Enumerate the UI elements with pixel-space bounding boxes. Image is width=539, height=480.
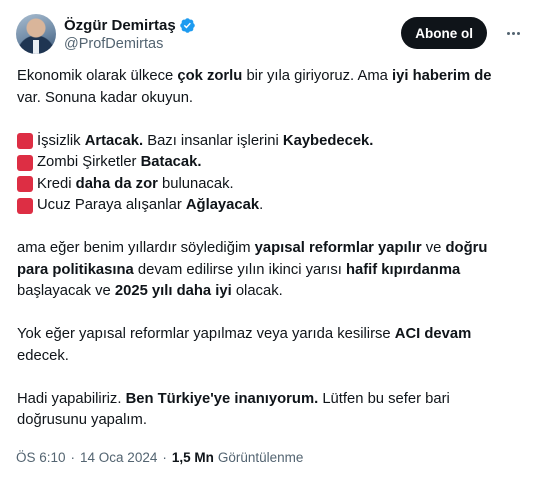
text-run: doğrusunu yapalım.	[17, 412, 147, 428]
text-line: Yok eğer yapısal reformlar yapılmaz veya…	[17, 324, 532, 346]
text-run: olacak.	[231, 283, 283, 299]
text-run: ve	[421, 240, 446, 256]
red-square-icon	[17, 154, 33, 171]
bullet-run: İşsizlik	[37, 132, 85, 149]
text-run: Lütfen bu sefer bari	[318, 390, 450, 407]
text-line: başlayacak ve 2025 yılı daha iyi olacak.	[17, 281, 532, 303]
text-line: para politikasına devam edilirse yılın i…	[17, 260, 532, 282]
text-run: Ben Türkiye'ye inanıyorum.	[125, 390, 319, 407]
tweet-meta: ÖS 6:10 · 14 Oca 2024 · 1,5 Mn Görüntüle…	[16, 450, 303, 465]
text-run: yapısal reformlar yapılır	[254, 240, 422, 256]
text-run: doğru	[445, 240, 488, 256]
bullet-run: Zombi Şirketler	[37, 154, 141, 170]
bullet-run: Artacak.	[84, 132, 144, 149]
author-name[interactable]: Özgür Demirtaş	[64, 17, 176, 34]
follow-button[interactable]: Abone ol	[401, 17, 487, 49]
bullet-run: Batacak.	[140, 154, 202, 170]
text-run: bir yıla giriyoruz. Ama	[242, 68, 393, 84]
red-square-icon	[17, 176, 33, 193]
red-square-icon	[17, 133, 33, 150]
text-line: Hadi yapabiliriz. Ben Türkiye'ye inanıyo…	[17, 389, 532, 411]
bullet-run: bulunacak.	[157, 175, 234, 192]
tweet-text: Ekonomik olarak ülkece çok zorlu bir yıl…	[17, 66, 532, 432]
bullet-text: Ucuz Paraya alışanlar Ağlayacak.	[37, 195, 263, 217]
bullet-run: Ucuz Paraya alışanlar	[37, 197, 186, 213]
bullet-text: Kredi daha da zor bulunacak.	[37, 174, 234, 196]
views-label: Görüntülenme	[217, 450, 304, 465]
text-run: edecek.	[17, 347, 69, 364]
text-run: başlayacak ve	[17, 283, 115, 299]
red-square-icon	[17, 197, 33, 214]
bullet-run: Bazı insanlar işlerini	[143, 132, 283, 149]
text-run: ACI devam	[394, 326, 472, 342]
text-run: çok zorlu	[177, 68, 243, 84]
bullet-text: İşsizlik Artacak. Bazı insanlar işlerini…	[37, 131, 373, 153]
tweet-paragraph-1: Ekonomik olarak ülkece çok zorlu bir yıl…	[17, 66, 532, 88]
bullet-run: .	[259, 197, 264, 213]
text-line: ama eğer benim yıllardır söylediğim yapı…	[17, 238, 532, 260]
author-block: Özgür Demirtaş @ProfDemirtas	[64, 15, 196, 52]
bullet-list: İşsizlik Artacak. Bazı insanlar işlerini…	[17, 131, 532, 217]
bullet-item: Ucuz Paraya alışanlar Ağlayacak.	[17, 195, 532, 217]
ellipsis-icon[interactable]	[501, 22, 525, 44]
tweet-paragraph-2: ama eğer benim yıllardır söylediğim yapı…	[17, 238, 532, 303]
text-run: Ekonomik olarak ülkece	[17, 68, 178, 84]
tweet-paragraph-4: Hadi yapabiliriz. Ben Türkiye'ye inanıyo…	[17, 389, 532, 432]
bullet-item: Kredi daha da zor bulunacak.	[17, 174, 532, 196]
text-run: hafif kıpırdanma	[345, 261, 461, 278]
views-count: 1,5 Mn	[171, 450, 214, 465]
tweet-time[interactable]: ÖS 6:10	[16, 450, 66, 465]
text-run: para politikasına	[17, 261, 134, 278]
tweet-header: Özgür Demirtaş @ProfDemirtas Abone ol	[16, 14, 525, 58]
bullet-run: Kaybedecek.	[282, 132, 374, 149]
text-run: Yok eğer yapısal reformlar yapılmaz veya…	[17, 326, 395, 342]
text-line: doğrusunu yapalım.	[17, 410, 532, 432]
meta-separator: ·	[70, 450, 76, 465]
author-handle[interactable]: @ProfDemirtas	[64, 36, 196, 52]
bullet-item: Zombi Şirketler Batacak.	[17, 152, 532, 174]
avatar[interactable]	[16, 14, 56, 54]
bullet-run: Ağlayacak	[185, 197, 260, 213]
text-line: edecek.	[17, 346, 532, 368]
text-run: 2025 yılı daha iyi	[114, 283, 232, 299]
text-run: ama eğer benim yıllardır söylediğim	[17, 240, 255, 256]
bullet-run: daha da zor	[75, 175, 158, 192]
tweet-paragraph-1-line-2: var. Sonuna kadar okuyun.	[17, 89, 194, 106]
meta-separator: ·	[162, 450, 167, 465]
tweet-paragraph-3: Yok eğer yapısal reformlar yapılmaz veya…	[17, 324, 532, 367]
text-run: iyi haberim de	[392, 68, 492, 84]
text-run: devam edilirse yılın ikinci yarısı	[133, 261, 346, 278]
bullet-item: İşsizlik Artacak. Bazı insanlar işlerini…	[17, 131, 532, 153]
text-run: Hadi yapabiliriz.	[17, 390, 126, 407]
bullet-text: Zombi Şirketler Batacak.	[37, 152, 201, 174]
bullet-run: Kredi	[37, 175, 76, 192]
tweet-date[interactable]: 14 Oca 2024	[80, 450, 157, 465]
verified-badge-icon[interactable]	[179, 17, 196, 34]
